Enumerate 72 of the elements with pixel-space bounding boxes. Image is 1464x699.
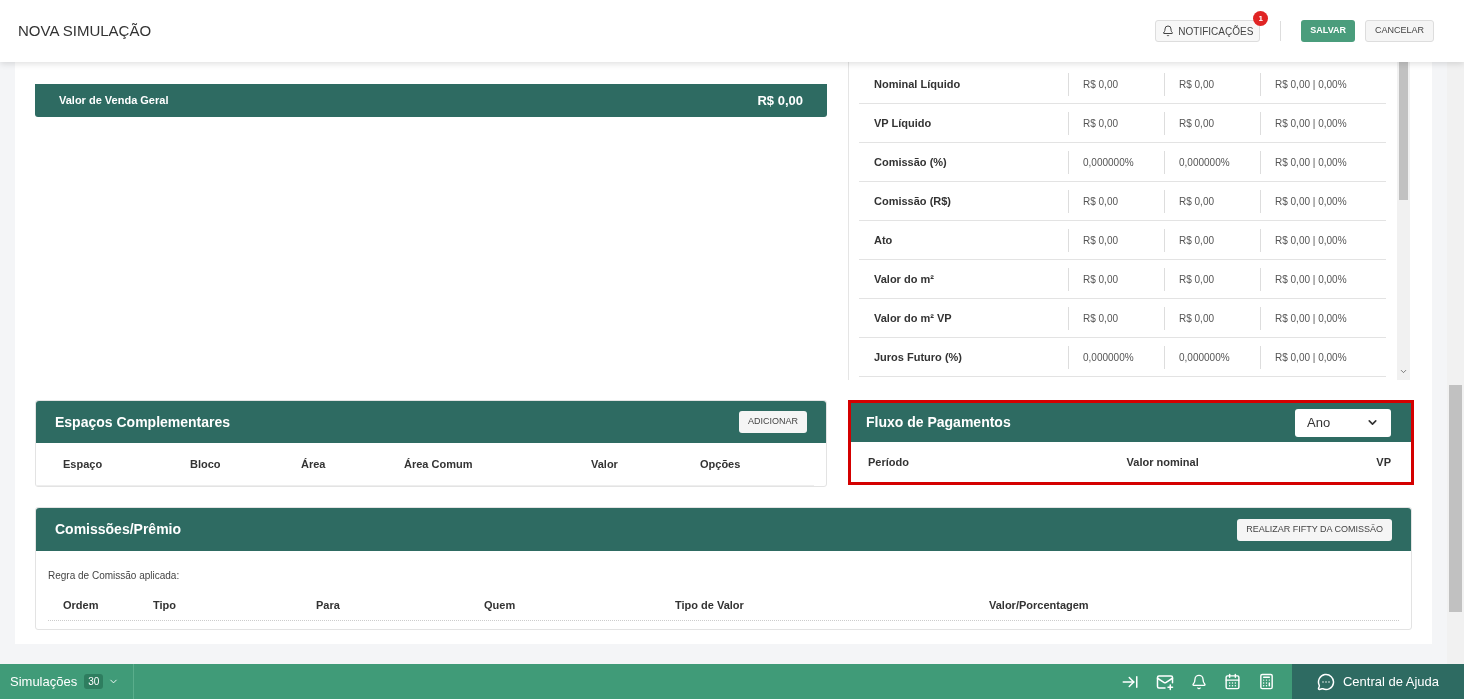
column-header: Área	[301, 456, 327, 472]
table-cell: R$ 0,00	[1164, 228, 1260, 252]
scroll-down-icon	[1399, 367, 1408, 376]
table-cell: R$ 0,00	[1068, 267, 1164, 291]
row-label: VP Líquido	[873, 115, 933, 131]
simulations-count: 30	[84, 674, 104, 689]
column-header: Bloco	[190, 456, 222, 472]
row-label: Nominal Líquido	[873, 76, 962, 92]
table-cell: R$ 0,00 | 0,00%	[1260, 267, 1386, 291]
mail-icon[interactable]	[1156, 672, 1174, 691]
notification-badge: 1	[1253, 11, 1269, 26]
table-cell: R$ 0,00	[1068, 111, 1164, 135]
table-cell: R$ 0,00	[1068, 306, 1164, 330]
row-label: Comissão (R$)	[873, 193, 953, 209]
column-header: Quem	[484, 598, 517, 614]
table-cell: R$ 0,00	[1164, 111, 1260, 135]
column-header: Área Comum	[404, 456, 474, 472]
table-cell: R$ 0,00	[1164, 189, 1260, 213]
column-header: Tipo	[153, 598, 177, 614]
column-header: Tipo de Valor	[675, 598, 745, 614]
column-header: Valor/Porcentagem	[989, 598, 1090, 614]
column-header: Espaço	[63, 456, 104, 472]
table-cell: R$ 0,00 | 0,00%	[1260, 189, 1386, 213]
table-cell: R$ 0,00	[1068, 72, 1164, 96]
help-center-button[interactable]: Central de Ajuda	[1292, 664, 1464, 699]
fifty-commission-button[interactable]: REALIZAR FIFTY DA COMISSÃO	[1237, 518, 1392, 541]
table-cell: 0,000000%	[1164, 345, 1260, 369]
page-title: NOVA SIMULAÇÃO	[18, 20, 152, 41]
bell-icon	[1162, 25, 1175, 37]
card-title: Fluxo de Pagamentos	[866, 413, 1011, 432]
period-select[interactable]: Ano	[1295, 408, 1391, 437]
chat-icon	[1316, 672, 1335, 691]
scrollbar-thumb[interactable]	[1399, 62, 1408, 200]
table-cell: R$ 0,00	[1164, 306, 1260, 330]
column-header: VP	[1376, 454, 1391, 470]
notifications-button[interactable]: NOTIFICAÇÕES	[1155, 20, 1261, 42]
sale-value-label: Valor de Venda Geral	[59, 93, 169, 109]
table-cell: R$ 0,00 | 0,00%	[1260, 228, 1386, 252]
table-cell: R$ 0,00	[1164, 267, 1260, 291]
row-label: Valor do m² VP	[873, 310, 953, 326]
table-cell: R$ 0,00 | 0,00%	[1260, 306, 1386, 330]
row-label: Valor do m²	[873, 271, 935, 287]
table-cell: 0,000000%	[1068, 150, 1164, 174]
table-cell: R$ 0,00	[1068, 228, 1164, 252]
card-title: Espaços Complementares	[55, 412, 231, 432]
simulations-menu[interactable]: Simulações 30	[0, 664, 135, 699]
table-cell: R$ 0,00 | 0,00%	[1260, 345, 1386, 369]
cancel-button[interactable]: CANCELAR	[1365, 20, 1434, 42]
table-cell: R$ 0,00	[1164, 72, 1260, 96]
table-cell: R$ 0,00	[1068, 189, 1164, 213]
row-label: Comissão (%)	[873, 154, 948, 170]
table-cell: R$ 0,00 | 0,00%	[1260, 72, 1386, 96]
column-header: Opções	[700, 456, 742, 472]
card-title: Comissões/Prêmio	[55, 520, 182, 539]
column-header: Valor	[591, 456, 619, 472]
table-cell: 0,000000%	[1164, 150, 1260, 174]
row-label: Ato	[873, 232, 894, 248]
add-button[interactable]: ADICIONAR	[739, 411, 807, 433]
commission-rule-label: Regra de Comissão aplicada:	[48, 569, 181, 583]
column-header: Para	[316, 598, 341, 614]
column-header: Ordem	[63, 598, 100, 614]
column-header: Período	[868, 454, 909, 470]
table-cell: R$ 0,00 | 0,00%	[1260, 111, 1386, 135]
table-cell: R$ 0,00 | 0,00%	[1260, 150, 1386, 174]
row-label: Juros Futuro (%)	[873, 349, 963, 365]
calculator-icon[interactable]	[1258, 673, 1275, 690]
bell-icon[interactable]	[1191, 673, 1207, 690]
column-header: Valor nominal	[1126, 454, 1199, 470]
calendar-icon[interactable]	[1224, 673, 1241, 690]
sale-value-amount: R$ 0,00	[757, 91, 803, 110]
table-cell: 0,000000%	[1068, 345, 1164, 369]
scrollbar-thumb[interactable]	[1449, 385, 1462, 612]
